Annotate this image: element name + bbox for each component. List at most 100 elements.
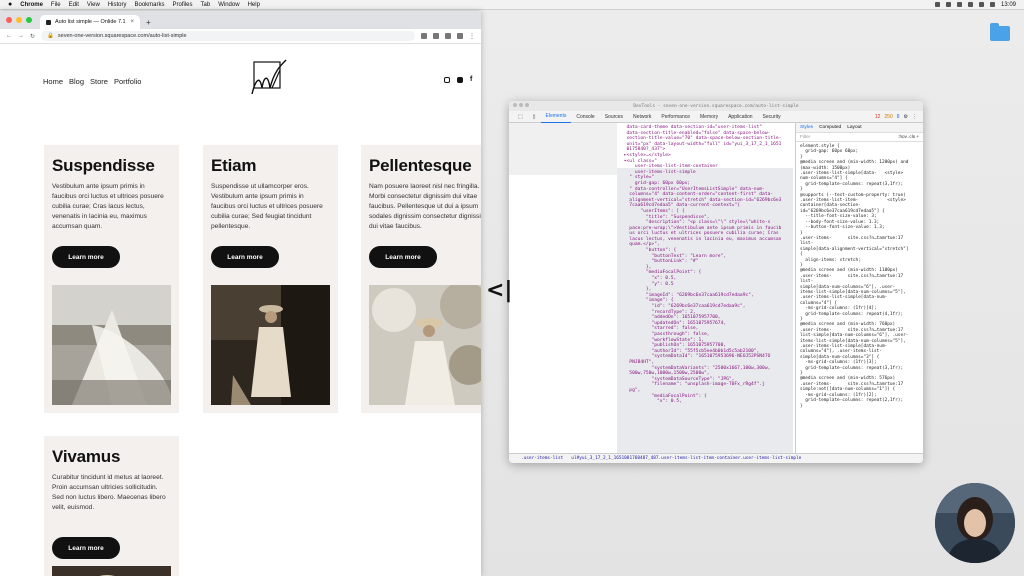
card-description: Suspendisse ut ullamcorper eros. Vestibu… bbox=[211, 183, 323, 230]
breadcrumb-item[interactable]: .user-items-list bbox=[521, 456, 563, 461]
nav-portfolio[interactable]: Portfolio bbox=[114, 77, 142, 86]
maximize-window-button[interactable] bbox=[26, 17, 32, 23]
menu-clock[interactable]: 13:09 bbox=[1001, 2, 1016, 8]
list-item: Pellentesque Nam posuere laoreet nisl ne… bbox=[361, 145, 481, 413]
styles-filter-input[interactable]: Filter bbox=[800, 134, 810, 139]
inspect-element-icon[interactable]: ⬚ bbox=[513, 111, 528, 123]
learn-more-button[interactable]: Learn more bbox=[52, 246, 120, 268]
tab-strip: Auto list simple — Onlide 7.1 × + bbox=[0, 11, 481, 29]
back-icon[interactable]: ← bbox=[6, 33, 12, 39]
card-image bbox=[369, 285, 481, 405]
learn-more-button[interactable]: Learn more bbox=[52, 537, 120, 559]
css-rules[interactable]: element.style { grid-gap: 60px 60px; } @… bbox=[796, 142, 923, 411]
window-controls bbox=[513, 103, 529, 107]
youtube-icon[interactable] bbox=[457, 77, 463, 83]
nav-home[interactable]: Home bbox=[43, 77, 63, 86]
styles-filter-controls[interactable]: :hov .cls + bbox=[898, 134, 919, 139]
issue-badges[interactable]: 12 250 8 ⚙ ⋮ bbox=[875, 114, 923, 120]
menu-file[interactable]: File bbox=[51, 2, 61, 8]
apple-icon[interactable]: ● bbox=[8, 1, 12, 8]
menu-extras: 13:09 bbox=[934, 2, 1024, 8]
menu-view[interactable]: View bbox=[87, 2, 100, 8]
card-title: Suspendisse bbox=[52, 156, 155, 175]
close-tab-icon[interactable]: × bbox=[130, 19, 134, 25]
dom-tree-code[interactable]: data-card-theme data-section-id="user-it… bbox=[621, 125, 791, 405]
info-count: 8 bbox=[896, 113, 900, 120]
card-title: Vivamus bbox=[52, 447, 121, 466]
tab-security[interactable]: Security bbox=[758, 111, 786, 123]
card-image bbox=[52, 285, 171, 405]
site-navigation: Home Blog Store Portfolio bbox=[43, 77, 141, 86]
tab-layout[interactable]: Layout bbox=[847, 125, 861, 130]
tab-sources[interactable]: Sources bbox=[600, 111, 628, 123]
menu-edit[interactable]: Edit bbox=[69, 2, 79, 8]
menu-app-name[interactable]: Chrome bbox=[20, 2, 43, 8]
close-window-button[interactable] bbox=[6, 17, 12, 23]
elements-panel[interactable]: data-card-theme data-section-id="user-it… bbox=[509, 123, 793, 453]
browser-window: Auto list simple — Onlide 7.1 × + ← → ↻ … bbox=[0, 11, 481, 576]
learn-more-button[interactable]: Learn more bbox=[211, 246, 279, 268]
tab-elements[interactable]: Elements bbox=[540, 111, 572, 123]
status-icon[interactable] bbox=[934, 2, 940, 7]
minimize-window-button[interactable] bbox=[16, 17, 22, 23]
menu-history[interactable]: History bbox=[108, 2, 127, 8]
tab-memory[interactable]: Memory bbox=[695, 111, 723, 123]
profile-icon[interactable] bbox=[457, 33, 463, 39]
settings-gear-icon[interactable]: ⚙ bbox=[904, 114, 908, 120]
menu-help[interactable]: Help bbox=[248, 2, 260, 8]
nav-blog[interactable]: Blog bbox=[69, 77, 84, 86]
wifi-icon[interactable] bbox=[967, 2, 973, 7]
tab-performance[interactable]: Performance bbox=[656, 111, 695, 123]
close-window-button[interactable] bbox=[513, 103, 517, 107]
status-icon[interactable] bbox=[956, 2, 962, 7]
card-description: Curabitur tincidunt id metus at laoreet.… bbox=[52, 474, 166, 511]
address-bar[interactable]: 🔒 seven-one-version.squarespace.com/auto… bbox=[41, 31, 415, 41]
more-options-icon[interactable]: ⋮ bbox=[912, 114, 917, 120]
tab-styles[interactable]: Styles bbox=[800, 125, 813, 130]
maximize-window-button[interactable] bbox=[525, 103, 529, 107]
menu-window[interactable]: Window bbox=[218, 2, 239, 8]
site-logo[interactable] bbox=[250, 58, 290, 100]
error-count: 12 bbox=[874, 113, 881, 120]
new-tab-button[interactable]: + bbox=[146, 18, 151, 27]
search-icon[interactable] bbox=[989, 2, 995, 7]
browser-tab[interactable]: Auto list simple — Onlide 7.1 × bbox=[40, 15, 140, 29]
elements-gutter bbox=[509, 123, 617, 175]
webcam-overlay bbox=[935, 483, 1015, 563]
browser-menu-icon[interactable]: ⋮ bbox=[469, 33, 475, 40]
styles-pane-tabs: Styles Computed Layout bbox=[796, 123, 923, 133]
card-title: Pellentesque bbox=[369, 156, 472, 175]
status-icon[interactable] bbox=[945, 2, 951, 7]
card-image bbox=[211, 285, 330, 405]
tab-computed[interactable]: Computed bbox=[819, 125, 841, 130]
breadcrumb-item[interactable]: ul#yui_3_17_2_1_1651081760487_487.user-i… bbox=[571, 456, 801, 461]
website-page: Home Blog Store Portfolio f Suspendisse … bbox=[0, 44, 481, 576]
card-description: Nam posuere laoreet nisl nec fringilla. … bbox=[369, 183, 481, 230]
instagram-icon[interactable] bbox=[444, 77, 450, 83]
macos-menu-bar: ● Chrome File Edit View History Bookmark… bbox=[0, 0, 1024, 10]
extensions-icon[interactable] bbox=[445, 33, 451, 39]
tab-network[interactable]: Network bbox=[628, 111, 656, 123]
styles-filter[interactable]: Filter :hov .cls + bbox=[796, 133, 923, 142]
forward-icon[interactable]: → bbox=[18, 33, 24, 39]
share-icon[interactable] bbox=[421, 33, 427, 39]
reload-icon[interactable]: ↻ bbox=[30, 33, 35, 40]
nav-store[interactable]: Store bbox=[90, 77, 108, 86]
device-toolbar-icon[interactable]: ▯ bbox=[528, 111, 541, 123]
menu-profiles[interactable]: Profiles bbox=[173, 2, 193, 8]
tab-title: Auto list simple — Onlide 7.1 bbox=[55, 19, 126, 25]
tab-console[interactable]: Console bbox=[571, 111, 599, 123]
minimize-window-button[interactable] bbox=[519, 103, 523, 107]
card-title: Etiam bbox=[211, 156, 257, 175]
battery-icon[interactable] bbox=[978, 2, 984, 7]
menu-tab[interactable]: Tab bbox=[201, 2, 211, 8]
breadcrumb: .user-items-list ul#yui_3_17_2_1_1651081… bbox=[509, 453, 923, 463]
list-item: Vivamus Curabitur tincidunt id metus at … bbox=[44, 436, 179, 576]
drag-handle-icon[interactable]: <| bbox=[486, 278, 512, 303]
folder-icon[interactable] bbox=[990, 23, 1010, 41]
facebook-icon[interactable]: f bbox=[470, 76, 476, 83]
bookmark-star-icon[interactable] bbox=[433, 33, 439, 39]
learn-more-button[interactable]: Learn more bbox=[369, 246, 437, 268]
tab-application[interactable]: Application bbox=[723, 111, 757, 123]
menu-bookmarks[interactable]: Bookmarks bbox=[135, 2, 165, 8]
